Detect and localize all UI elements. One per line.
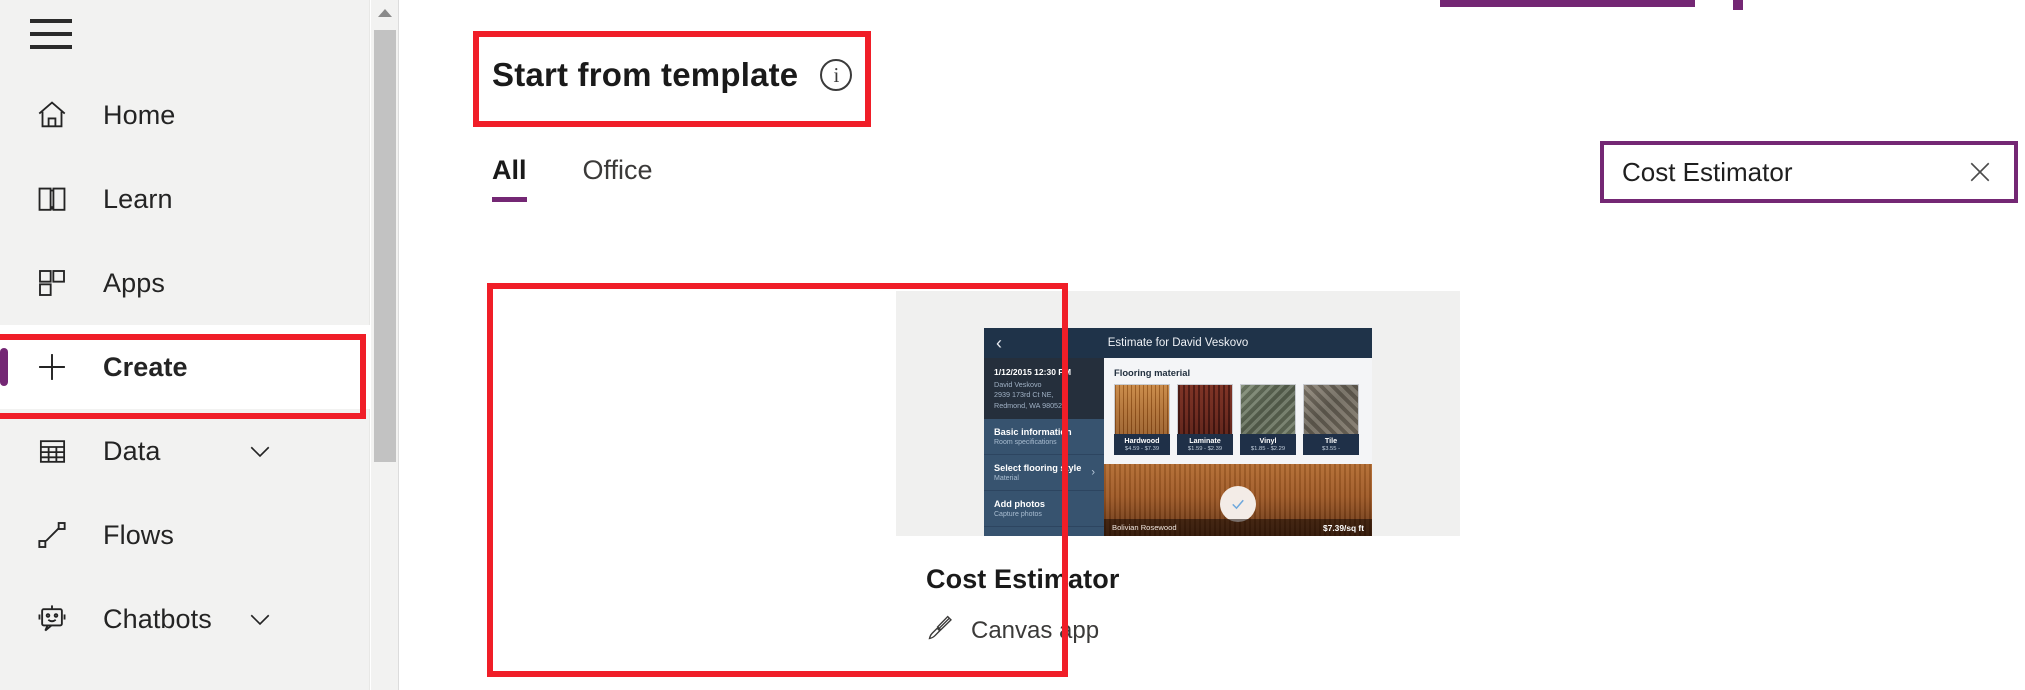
sidebar-item-data[interactable]: Data: [0, 409, 370, 493]
sidebar-item-label: Apps: [103, 267, 165, 298]
material-name: Tile: [1324, 436, 1338, 445]
sidebar-item-label: Flows: [103, 519, 175, 550]
material-swatch: Hardwood $4.59 - $7.39: [1114, 384, 1170, 455]
app-root: Home Learn Apps Create Data Flows Chatbo…: [0, 0, 2025, 690]
template-type: Canvas app: [926, 614, 1460, 647]
preview-material-swatches: Hardwood $4.59 - $7.39 Laminate $1.59 - …: [1104, 384, 1372, 455]
book-icon: [26, 176, 78, 222]
preview-app-bar-title: Estimate for David Veskovo: [1107, 337, 1249, 349]
preview-nav-item-empty: [984, 526, 1104, 536]
chatbot-icon: [26, 596, 78, 642]
checkmark-icon: [1220, 486, 1256, 522]
table-icon: [26, 428, 78, 474]
main-content: Start from template i All Office ‹ Estim…: [400, 0, 2025, 690]
preview-meta: 1/12/2015 12:30 PM David Veskovo 2939 17…: [984, 358, 1104, 420]
template-filter-tabs: All Office: [492, 155, 653, 202]
plus-icon: [26, 344, 78, 390]
sidebar-item-label: Data: [103, 435, 161, 466]
flow-icon: [26, 512, 78, 558]
sidebar-item-label: Learn: [103, 183, 173, 214]
chevron-down-icon[interactable]: [245, 604, 275, 634]
tab-all[interactable]: All: [492, 155, 527, 202]
template-card-cost-estimator[interactable]: ‹ Estimate for David Veskovo 1/12/2015 1…: [896, 291, 1460, 667]
home-icon: [26, 92, 78, 138]
template-thumbnail: ‹ Estimate for David Veskovo 1/12/2015 1…: [896, 291, 1460, 536]
photo-name: Bolivian Rosewood: [1112, 523, 1177, 532]
template-type-label: Canvas app: [971, 616, 1100, 644]
preview-nav-title: Select flooring style: [994, 463, 1082, 474]
preview-nav-subtitle: Room specifications: [994, 439, 1057, 447]
material-swatch: Tile $3.55 -: [1303, 384, 1359, 455]
material-price: $3.55 -: [1321, 446, 1341, 452]
preview-sidebar: 1/12/2015 12:30 PM David Veskovo 2939 17…: [984, 358, 1104, 536]
chevron-down-icon[interactable]: [245, 436, 275, 466]
app-preview: ‹ Estimate for David Veskovo 1/12/2015 1…: [984, 328, 1372, 536]
scroll-up-arrow-icon[interactable]: [371, 0, 399, 26]
search-input[interactable]: [1622, 156, 1962, 188]
template-card-body: Cost Estimator Canvas app: [896, 536, 1460, 667]
sidebar-item-apps[interactable]: Apps: [0, 241, 370, 325]
material-swatch: Vinyl $1.85 - $2.29: [1240, 384, 1296, 455]
tab-office[interactable]: Office: [583, 155, 653, 202]
preview-nav-item: Basic information Room specifications: [984, 419, 1104, 455]
page-header: Start from template i: [492, 56, 853, 94]
photo-price: $7.39/sq ft: [1323, 522, 1364, 533]
material-name: Vinyl: [1259, 436, 1277, 445]
sidebar-scrollbar[interactable]: [371, 0, 399, 690]
preview-timestamp: 1/12/2015 12:30 PM: [994, 367, 1072, 377]
material-price: $1.85 - $2.29: [1250, 446, 1286, 452]
sidebar-item-label: Home: [103, 99, 176, 130]
preview-body: 1/12/2015 12:30 PM David Veskovo 2939 17…: [984, 358, 1372, 536]
preview-nav-item: Select flooring style Material ›: [984, 454, 1104, 491]
material-price: $4.59 - $7.39: [1124, 446, 1160, 452]
chevron-right-icon: ›: [1091, 466, 1095, 479]
sidebar-item-home[interactable]: Home: [0, 73, 370, 157]
sidebar-nav-list: Home Learn Apps Create Data Flows Chatbo…: [0, 73, 370, 661]
navigation-sidebar: Home Learn Apps Create Data Flows Chatbo…: [0, 0, 370, 690]
grid-icon: [26, 260, 78, 306]
scrollbar-thumb[interactable]: [374, 30, 396, 462]
sidebar-item-flows[interactable]: Flows: [0, 493, 370, 577]
material-swatch-image: [1177, 384, 1233, 434]
material-name: Laminate: [1189, 436, 1221, 445]
preview-customer: David Veskovo: [994, 380, 1042, 389]
sidebar-item-label: Chatbots: [103, 603, 212, 634]
material-name: Hardwood: [1124, 436, 1160, 445]
material-price: $1.59 - $2.39: [1187, 446, 1223, 452]
hamburger-menu-icon[interactable]: [22, 8, 84, 60]
preview-section-material: Flooring material: [1114, 367, 1191, 378]
paintbrush-icon: [926, 614, 954, 647]
preview-main-pane: Flooring material Hardwood $4.59 - $7.39: [1104, 358, 1372, 536]
info-icon[interactable]: i: [820, 59, 853, 91]
page-title: Start from template: [492, 56, 799, 93]
search-box[interactable]: [1600, 141, 2018, 203]
sidebar-item-learn[interactable]: Learn: [0, 157, 370, 241]
material-swatch-image: [1303, 384, 1359, 434]
material-swatch: Laminate $1.59 - $2.39: [1177, 384, 1233, 455]
top-accent-bar: [1440, 0, 1695, 7]
chevron-left-icon: ‹: [996, 333, 1002, 353]
preview-app-bar: ‹ Estimate for David Veskovo: [984, 328, 1372, 358]
preview-nav-title: Basic information: [994, 427, 1072, 438]
sidebar-item-chatbots[interactable]: Chatbots: [0, 577, 370, 661]
preview-address-line1: 2939 173rd Ct NE,: [994, 390, 1054, 400]
preview-photo: Bolivian Rosewood $7.39/sq ft: [1104, 464, 1372, 536]
sidebar-item-label: Create: [103, 351, 188, 382]
close-icon[interactable]: [1962, 154, 1998, 190]
preview-address-line2: Redmond, WA 98052: [994, 400, 1063, 410]
sidebar-item-create[interactable]: Create: [0, 325, 370, 409]
top-accent-marker: [1733, 0, 1743, 10]
preview-nav-item: Add photos Capture photos: [984, 490, 1104, 527]
material-swatch-image: [1240, 384, 1296, 434]
preview-photo-caption: Bolivian Rosewood $7.39/sq ft: [1104, 519, 1372, 536]
material-swatch-image: [1114, 384, 1170, 434]
preview-nav-subtitle: Material: [994, 475, 1019, 483]
template-title: Cost Estimator: [926, 564, 1120, 594]
preview-nav-title: Add photos: [994, 499, 1046, 510]
preview-nav-subtitle: Capture photos: [994, 511, 1042, 519]
